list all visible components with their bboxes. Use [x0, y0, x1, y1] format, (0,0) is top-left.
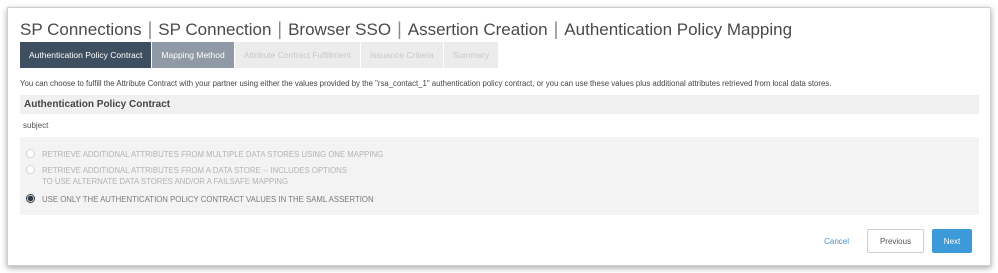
next-button[interactable]: Next	[932, 229, 972, 253]
tab-attribute-contract-fulfillment: Attribute Contract Fulfillment	[234, 42, 360, 68]
option-single-data-store[interactable]: RETRIEVE ADDITIONAL ATTRIBUTES FROM A DA…	[26, 165, 347, 187]
tab-mapping-method[interactable]: Mapping Method	[152, 42, 234, 68]
section-title: Authentication Policy Contract	[20, 95, 979, 114]
page-description: You can choose to fulfill the Attribute …	[20, 79, 832, 88]
tab-summary: Summary	[443, 42, 499, 68]
breadcrumb-item-sp-connections: SP Connections	[20, 19, 142, 39]
subject-label: subject	[23, 121, 49, 130]
radio-button-selected[interactable]	[26, 194, 35, 203]
option-multiple-data-stores[interactable]: RETRIEVE ADDITIONAL ATTRIBUTES FROM MULT…	[26, 149, 383, 160]
option-policy-contract-only[interactable]: USE ONLY THE AUTHENTICATION POLICY CONTR…	[26, 194, 374, 205]
breadcrumb-separator: |	[397, 19, 402, 39]
breadcrumb-separator: |	[553, 19, 559, 39]
tab-issuance-criteria: Issuance Criteria	[360, 42, 443, 68]
breadcrumb-separator: |	[147, 19, 153, 39]
breadcrumb-item-sp-connection: SP Connection	[158, 19, 272, 39]
mapping-options-group: RETRIEVE ADDITIONAL ATTRIBUTES FROM MULT…	[20, 137, 979, 215]
wizard-tabs: Authentication Policy Contract Mapping M…	[20, 42, 499, 68]
wizard-window: SP Connections | SP Connection | Browser…	[7, 7, 991, 266]
tab-authentication-policy-contract[interactable]: Authentication Policy Contract	[20, 42, 152, 68]
option-label: USE ONLY THE AUTHENTICATION POLICY CONTR…	[42, 195, 374, 204]
breadcrumb-item-assertion-creation: Assertion Creation	[407, 19, 548, 39]
option-label: RETRIEVE ADDITIONAL ATTRIBUTES FROM A DA…	[42, 166, 347, 186]
breadcrumb: SP Connections | SP Connection | Browser…	[20, 19, 792, 40]
breadcrumb-item-authentication-policy-mapping: Authentication Policy Mapping	[564, 19, 793, 39]
radio-button[interactable]	[26, 149, 35, 158]
cancel-link[interactable]: Cancel	[824, 237, 849, 246]
footer-actions: Cancel Previous Next	[824, 229, 972, 253]
option-label: RETRIEVE ADDITIONAL ATTRIBUTES FROM MULT…	[42, 150, 384, 159]
previous-button[interactable]: Previous	[867, 229, 924, 253]
breadcrumb-separator: |	[277, 19, 283, 39]
breadcrumb-item-browser-sso: Browser SSO	[288, 19, 392, 39]
radio-button[interactable]	[26, 165, 35, 174]
